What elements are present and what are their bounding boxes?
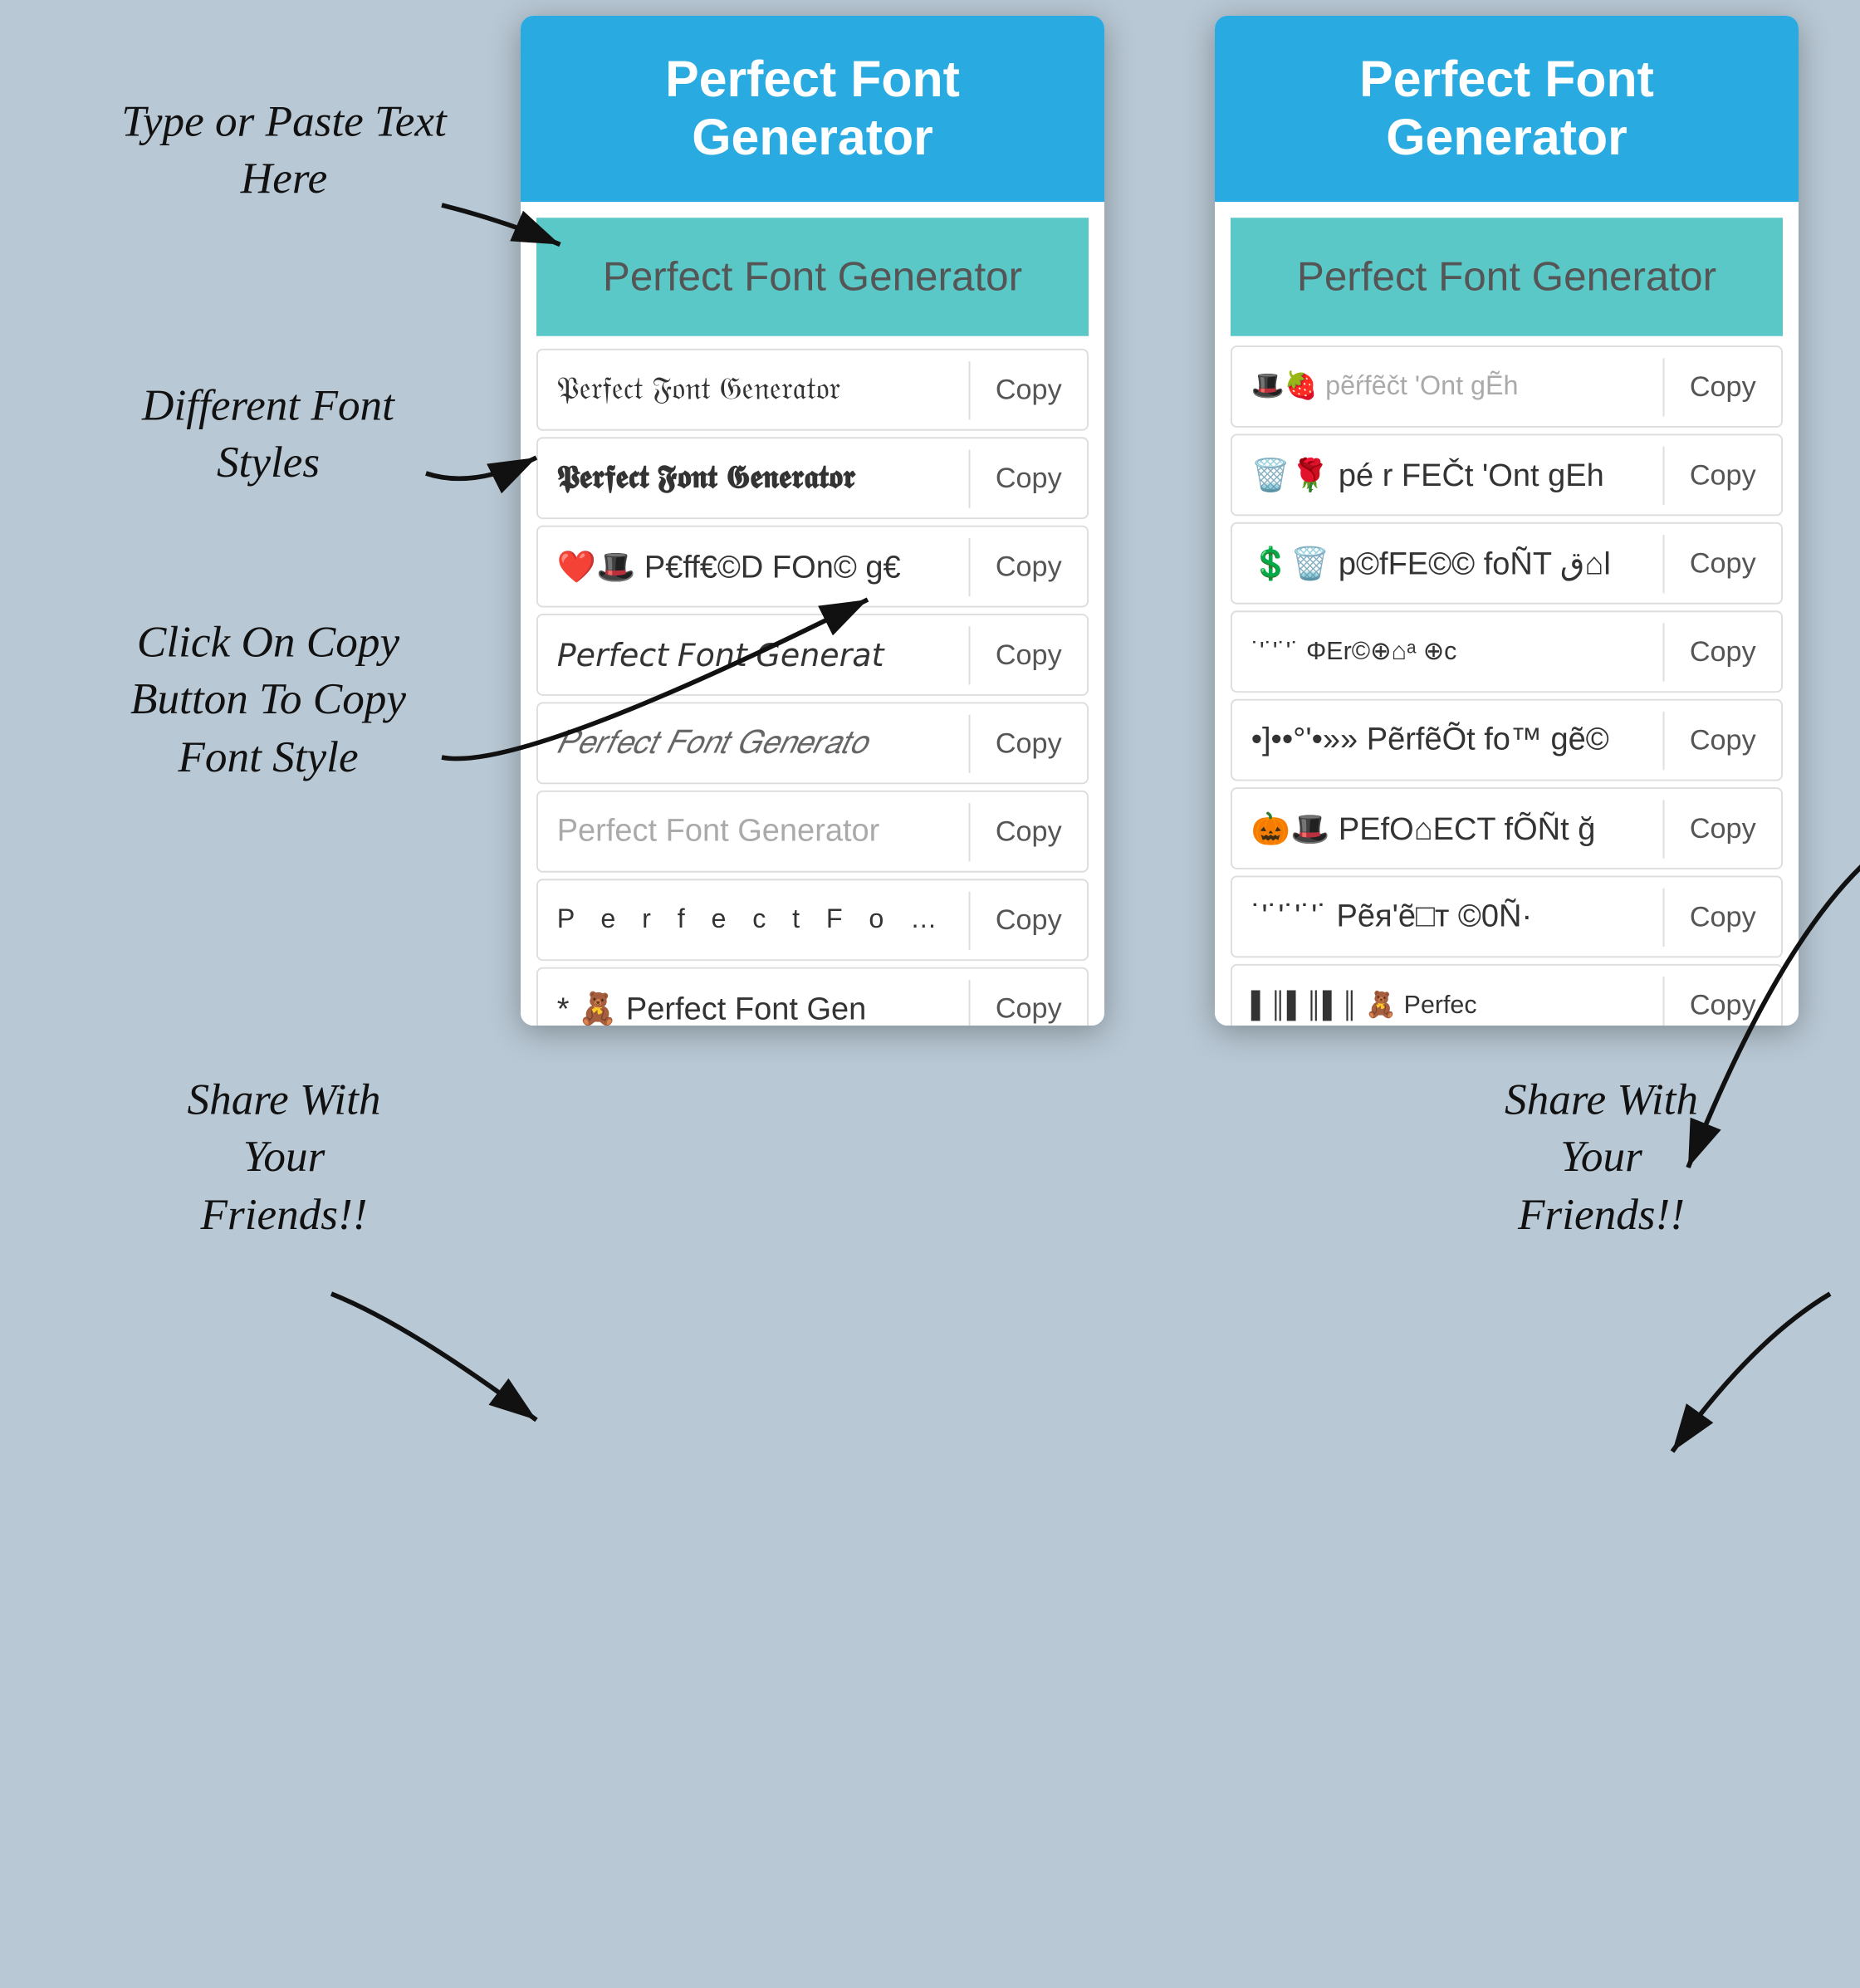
right-font-row-6: ˙'˙'˙'˙'˙ Pẽя'ẽ□т ©0Ñ· Copy	[1231, 876, 1783, 958]
right-panel-header: Perfect Font Generator	[1215, 16, 1799, 202]
font-row-8: * 🧸 Perfect Font Gen Copy	[536, 967, 1089, 1026]
right-copy-btn-0[interactable]: Copy	[1663, 357, 1782, 415]
left-phone-panel: Perfect Font Generator 𝔓𝔢𝔯𝔣𝔢𝔠𝔱 𝔉𝔬𝔫𝔱 𝔊𝔢𝔫𝔢…	[521, 16, 1104, 1026]
font-text-3: ❤️🎩 P€ff€©D FOn© g€	[538, 534, 969, 599]
right-phone-panel: Perfect Font Generator 🎩🍓 pẽŕfẽčt 'Ont g…	[1215, 16, 1799, 1026]
right-font-text-2: 💲🗑️ p©fFE©© foÑT ق⌂l	[1232, 531, 1663, 595]
right-copy-btn-4[interactable]: Copy	[1663, 711, 1782, 769]
right-font-text-1: 🗑️🌹 pé r FEČt 'Ont gEh	[1232, 443, 1663, 507]
right-font-text-7: ▌║▌║▌║ 🧸 Perfec	[1232, 977, 1663, 1026]
copy-btn-5[interactable]: Copy	[969, 714, 1088, 772]
right-font-text-3: ˙'˙'˙'˙ ΦEr©⊕⌂ᵃ ⊕c	[1232, 624, 1663, 680]
annotation-share-left: Share WithYourFriends!!	[95, 1073, 473, 1245]
left-panel-body: 𝔓𝔢𝔯𝔣𝔢𝔠𝔱 𝔉𝔬𝔫𝔱 𝔊𝔢𝔫𝔢𝔯𝔞𝔱𝔬𝔯 Copy 𝕻𝖊𝖗𝖋𝖊𝖈𝖙 𝕱𝖔𝖓𝖙…	[521, 202, 1104, 1026]
right-font-row-3: ˙'˙'˙'˙ ΦEr©⊕⌂ᵃ ⊕c Copy	[1231, 610, 1783, 693]
text-input[interactable]	[536, 218, 1089, 336]
font-row-7: P e r f e c t F o n t Copy	[536, 879, 1089, 961]
annotation-share-right: Share WithYourFriends!!	[1404, 1073, 1799, 1245]
right-font-row-7: ▌║▌║▌║ 🧸 Perfec Copy	[1231, 964, 1783, 1026]
copy-btn-1[interactable]: Copy	[969, 360, 1088, 419]
right-copy-btn-5[interactable]: Copy	[1663, 799, 1782, 857]
annotation-click-copy: Click On CopyButton To CopyFont Style	[32, 615, 505, 787]
right-font-row-4: •]••°'•»» PẽrfẽÕt fo™ gẽ© Copy	[1231, 699, 1783, 781]
copy-btn-8[interactable]: Copy	[969, 979, 1088, 1026]
right-copy-btn-7[interactable]: Copy	[1663, 976, 1782, 1026]
right-font-text-5: 🎃🎩 PEfO⌂ECT fÕÑt ğ	[1232, 796, 1663, 861]
font-row-6: Perfect Font Generator Copy	[536, 791, 1089, 873]
right-panel-body: 🎩🍓 pẽŕfẽčt 'Ont gẼh Copy 🗑️🌹 pé r FEČt '…	[1215, 202, 1799, 1026]
right-font-row-1: 🗑️🌹 pé r FEČt 'Ont gEh Copy	[1231, 434, 1783, 517]
font-row-3: ❤️🎩 P€ff€©D FOn© g€ Copy	[536, 526, 1089, 608]
copy-btn-4[interactable]: Copy	[969, 625, 1088, 683]
right-copy-btn-6[interactable]: Copy	[1663, 888, 1782, 946]
left-panel-header: Perfect Font Generator	[521, 16, 1104, 202]
right-copy-btn-3[interactable]: Copy	[1663, 623, 1782, 681]
font-text-8: * 🧸 Perfect Font Gen	[538, 976, 969, 1026]
font-text-4: 𝘗𝘦𝘳𝘧𝘦𝘤𝘵 𝘍𝘰𝘯𝘵 𝘎𝘦𝘯𝘦𝘳𝘢𝘵	[538, 623, 969, 688]
copy-btn-3[interactable]: Copy	[969, 537, 1088, 595]
copy-btn-7[interactable]: Copy	[969, 891, 1088, 949]
right-font-row-5: 🎃🎩 PEfO⌂ECT fÕÑt ğ Copy	[1231, 787, 1783, 869]
right-copy-btn-1[interactable]: Copy	[1663, 446, 1782, 504]
copy-btn-6[interactable]: Copy	[969, 802, 1088, 860]
right-font-row-0: 🎩🍓 pẽŕfẽčt 'Ont gẼh Copy	[1231, 345, 1783, 428]
annotation-font-styles: Different FontStyles	[47, 379, 489, 493]
font-text-7: P e r f e c t F o n t	[538, 892, 969, 948]
font-row-2: 𝕻𝖊𝖗𝖋𝖊𝖈𝖙 𝕱𝖔𝖓𝖙 𝕲𝖊𝖓𝖊𝖗𝖆𝖙𝖔𝖗 Copy	[536, 437, 1089, 519]
text-input-right[interactable]	[1231, 218, 1783, 336]
right-copy-btn-2[interactable]: Copy	[1663, 534, 1782, 592]
copy-btn-2[interactable]: Copy	[969, 449, 1088, 507]
font-text-1: 𝔓𝔢𝔯𝔣𝔢𝔠𝔱 𝔉𝔬𝔫𝔱 𝔊𝔢𝔫𝔢𝔯𝔞𝔱𝔬𝔯	[538, 359, 969, 420]
font-row-5: 𝑃𝑒𝑟𝑓𝑒𝑐𝑡 𝐹𝑜𝑛𝑡 𝐺𝑒𝑛𝑒𝑟𝑎𝑡𝑜 Copy	[536, 703, 1089, 785]
font-text-5: 𝑃𝑒𝑟𝑓𝑒𝑐𝑡 𝐹𝑜𝑛𝑡 𝐺𝑒𝑛𝑒𝑟𝑎𝑡𝑜	[538, 712, 969, 774]
right-font-text-4: •]••°'•»» PẽrfẽÕt fo™ gẽ©	[1232, 709, 1663, 771]
font-row-4: 𝘗𝘦𝘳𝘧𝘦𝘤𝘵 𝘍𝘰𝘯𝘵 𝘎𝘦𝘯𝘦𝘳𝘢𝘵 Copy	[536, 614, 1089, 696]
right-font-text-0: 🎩🍓 pẽŕfẽčt 'Ont gẼh	[1232, 358, 1663, 414]
right-font-text-6: ˙'˙'˙'˙'˙ Pẽя'ẽ□т ©0Ñ·	[1232, 886, 1663, 947]
annotation-type-paste: Type or Paste TextHere	[63, 95, 505, 209]
font-text-6: Perfect Font Generator	[538, 801, 969, 862]
font-text-2: 𝕻𝖊𝖗𝖋𝖊𝖈𝖙 𝕱𝖔𝖓𝖙 𝕲𝖊𝖓𝖊𝖗𝖆𝖙𝖔𝖗	[538, 448, 969, 509]
right-font-row-2: 💲🗑️ p©fFE©© foÑT ق⌂l Copy	[1231, 522, 1783, 605]
font-row-1: 𝔓𝔢𝔯𝔣𝔢𝔠𝔱 𝔉𝔬𝔫𝔱 𝔊𝔢𝔫𝔢𝔯𝔞𝔱𝔬𝔯 Copy	[536, 349, 1089, 431]
